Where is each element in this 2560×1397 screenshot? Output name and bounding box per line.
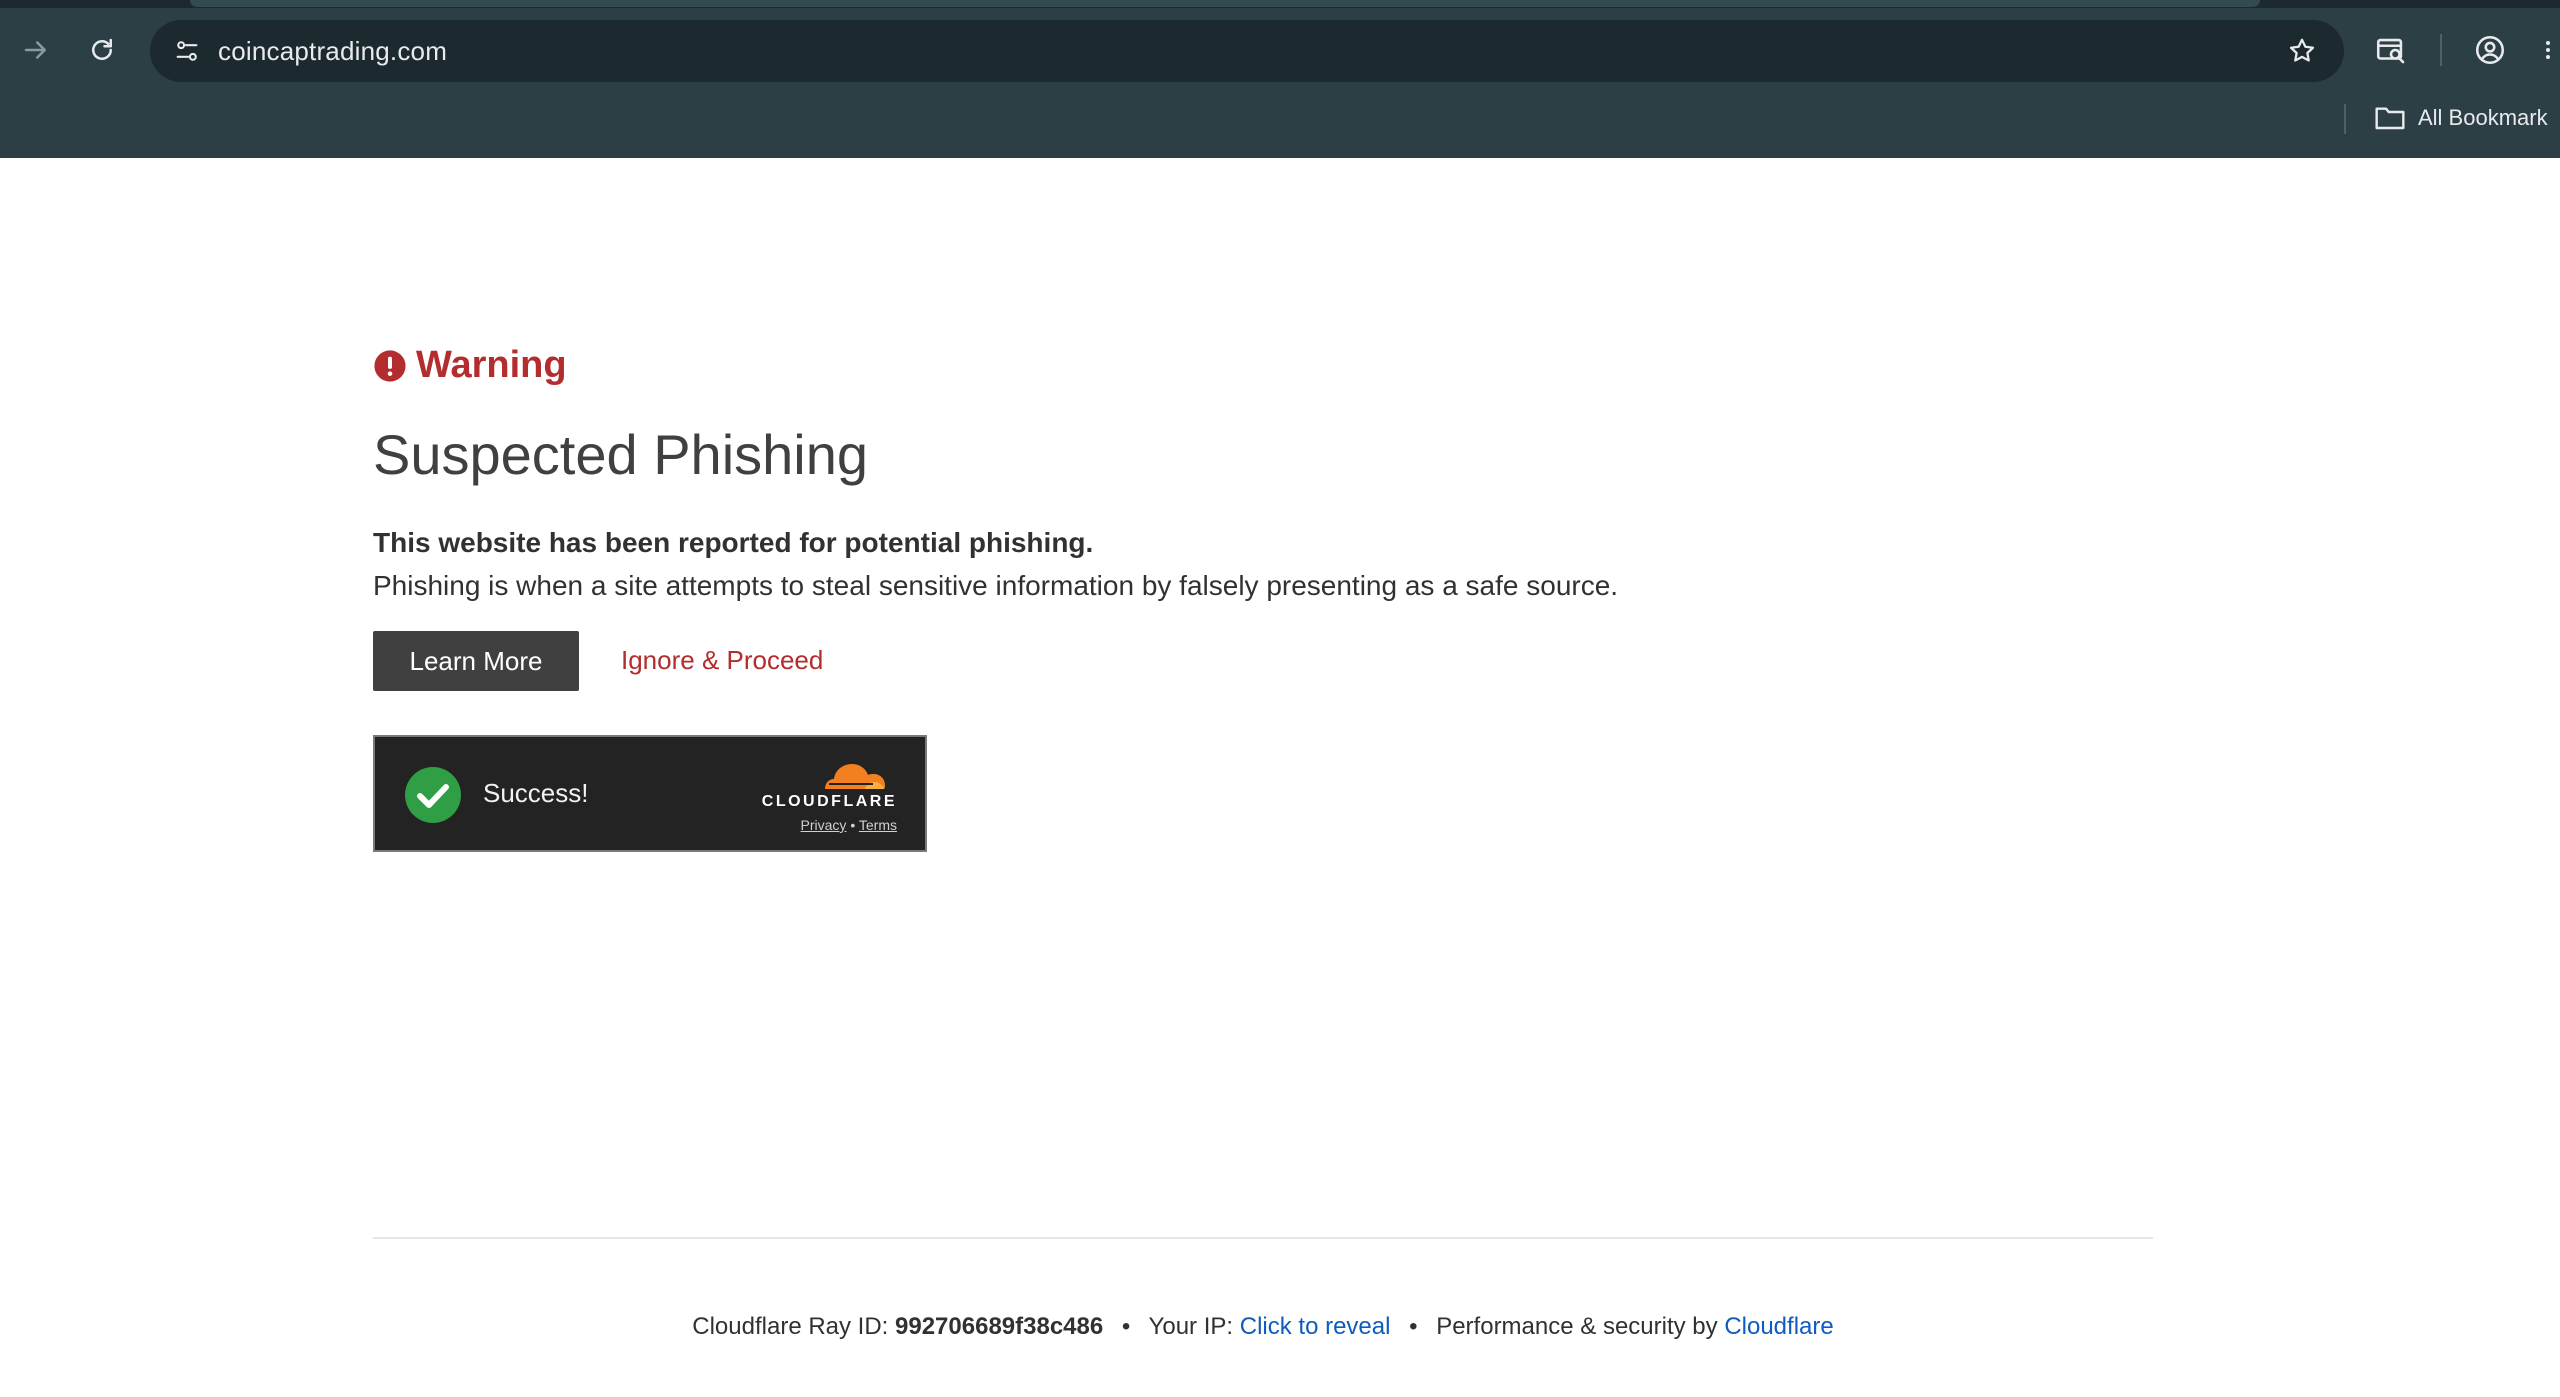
all-bookmarks-button[interactable]: All Bookmark: [2374, 98, 2548, 138]
cloudflare-wordmark: CLOUDFLARE: [761, 793, 897, 810]
tune-icon: [176, 41, 198, 61]
links-separator: •: [850, 817, 856, 833]
folder-icon: [2375, 107, 2405, 130]
tab-search-icon: [2376, 38, 2405, 64]
ignore-proceed-link[interactable]: Ignore & Proceed: [621, 645, 823, 676]
site-info-button[interactable]: [166, 30, 208, 72]
turnstile-status: Success!: [483, 778, 589, 808]
more-vert-icon: [2546, 41, 2550, 59]
ip-label: Your IP:: [1148, 1313, 1234, 1340]
forward-button[interactable]: [14, 28, 58, 72]
turnstile-widget: Success! CLOUDFLARE Privacy • Terms: [373, 735, 927, 852]
menu-button[interactable]: [2536, 28, 2560, 72]
url-text[interactable]: coincaptrading.com: [218, 20, 447, 82]
search-tabs-button[interactable]: [2369, 28, 2413, 72]
footer-separator: •: [1409, 1313, 1418, 1340]
address-bar[interactable]: coincaptrading.com: [150, 20, 2344, 82]
lead-text: This website has been reported for poten…: [373, 527, 1094, 558]
ray-id-label: Cloudflare Ray ID:: [692, 1313, 889, 1340]
success-check-icon: [405, 767, 461, 823]
account-circle-icon: [2475, 35, 2505, 65]
active-tab-edge[interactable]: [190, 0, 2260, 7]
cloudflare-logo: CLOUDFLARE Privacy • Terms: [757, 757, 897, 833]
bookmarks-bar: All Bookmark: [0, 98, 2560, 150]
reload-icon: [92, 38, 112, 60]
star-icon: [2289, 38, 2315, 62]
ray-id-value: 992706689f38c486: [895, 1313, 1104, 1340]
browser-toolbar: coincaptrading.com All Bookmark: [0, 0, 2560, 158]
footer-separator: •: [1121, 1313, 1131, 1340]
learn-more-button[interactable]: Learn More: [373, 631, 579, 691]
exclamation-circle-icon: [374, 349, 406, 382]
terms-link[interactable]: Terms: [859, 817, 897, 833]
privacy-link[interactable]: Privacy: [801, 817, 847, 833]
turnstile-links: Privacy • Terms: [757, 817, 897, 833]
reveal-ip-link[interactable]: Click to reveal: [1240, 1313, 1391, 1340]
footer: Cloudflare Ray ID: 992706689f38c486 • Yo…: [373, 1313, 2153, 1341]
security-label: Performance & security by: [1436, 1313, 1718, 1340]
page-title: Suspected Phishing: [373, 423, 869, 486]
footer-divider: [373, 1237, 2153, 1239]
cloudflare-link[interactable]: Cloudflare: [1724, 1313, 1833, 1340]
bookmark-star-button[interactable]: [2284, 33, 2320, 69]
warning-label: Warning: [416, 344, 567, 386]
forward-arrow-icon: [24, 41, 46, 59]
reload-button[interactable]: [80, 28, 124, 72]
warning-header: Warning: [373, 344, 567, 387]
all-bookmarks-label: All Bookmark: [2418, 105, 2548, 130]
cloudflare-cloud-icon: [825, 764, 885, 789]
profile-button[interactable]: [2468, 28, 2512, 72]
description-text: Phishing is when a site attempts to stea…: [373, 570, 1619, 601]
toolbar-divider: [2440, 34, 2442, 66]
bookmarks-divider: [2344, 104, 2346, 134]
